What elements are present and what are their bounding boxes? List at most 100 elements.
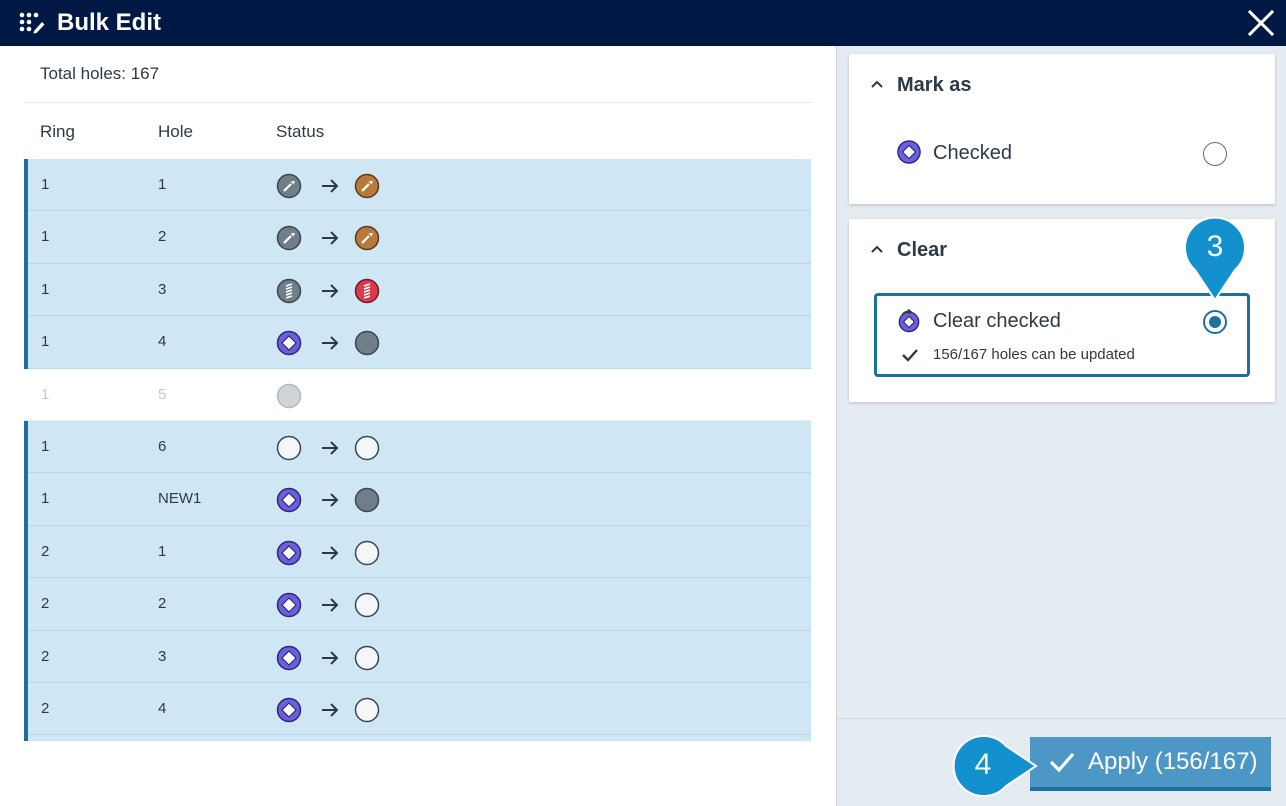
cell-status bbox=[276, 330, 380, 356]
cell-status bbox=[276, 645, 380, 671]
option-checked-label: Checked bbox=[933, 142, 1012, 164]
column-header-status: Status bbox=[276, 122, 325, 141]
cell-hole: 6 bbox=[158, 437, 167, 455]
mark-as-section: Mark as Checked bbox=[849, 54, 1275, 204]
arrow-right-icon bbox=[322, 546, 339, 560]
check-icon bbox=[1049, 752, 1075, 773]
checked-status-icon bbox=[276, 488, 302, 513]
unavailable-status-icon bbox=[276, 383, 302, 408]
table-row[interactable] bbox=[24, 735, 811, 741]
cell-status bbox=[276, 278, 380, 304]
empty-status-icon bbox=[354, 592, 380, 618]
arrow-right-icon bbox=[322, 284, 339, 298]
checked-status-icon bbox=[276, 330, 302, 356]
option-clear-checked-label: Clear checked bbox=[933, 310, 1061, 332]
cell-ring: 1 bbox=[41, 176, 50, 193]
cell-hole: 4 bbox=[158, 699, 167, 717]
chevron-up-icon[interactable] bbox=[869, 241, 885, 257]
bulk-edit-icon bbox=[19, 12, 45, 34]
charged-status-icon bbox=[354, 226, 380, 251]
holes-list-panel: Total holes: 167 Ring Hole Status 111213… bbox=[0, 46, 836, 806]
arrow-right-icon bbox=[322, 441, 339, 455]
cell-ring: 1 bbox=[41, 385, 50, 403]
table-row[interactable]: 16 bbox=[24, 420, 811, 474]
empty-status-icon bbox=[354, 697, 380, 723]
cell-ring: 1 bbox=[41, 280, 50, 298]
checked-status-icon bbox=[276, 645, 302, 670]
radio-clear-checked[interactable] bbox=[1203, 310, 1227, 334]
cell-hole: 3 bbox=[158, 280, 167, 298]
column-header-ring: Ring bbox=[40, 122, 75, 141]
table-header: Ring Hole Status bbox=[24, 104, 811, 158]
cell-ring: 2 bbox=[41, 595, 50, 613]
cell-status bbox=[276, 592, 380, 618]
cell-ring: 2 bbox=[41, 542, 50, 560]
clear-checked-option[interactable] bbox=[874, 293, 1250, 377]
arrow-right-icon bbox=[322, 650, 339, 665]
drilled-status-icon bbox=[276, 173, 302, 199]
cell-ring: 1 bbox=[41, 228, 50, 246]
cell-status bbox=[276, 173, 380, 199]
close-icon bbox=[1247, 9, 1275, 37]
table-row[interactable]: 22 bbox=[24, 578, 811, 631]
cell-status bbox=[276, 435, 380, 461]
cell-hole: 5 bbox=[158, 385, 167, 403]
checked-status-icon bbox=[276, 592, 302, 618]
cell-ring: 1 bbox=[41, 490, 50, 508]
arrow-right-icon bbox=[322, 703, 339, 717]
table-row[interactable]: 14 bbox=[24, 316, 811, 369]
apply-button[interactable]: Apply (156/167) bbox=[1030, 737, 1271, 791]
table-row[interactable]: 1 NEW1 bbox=[24, 473, 811, 527]
cell-hole: NEW1 bbox=[158, 490, 202, 508]
cell-status bbox=[276, 487, 380, 513]
divider bbox=[24, 102, 811, 103]
dialog-footer: Apply (156/167) bbox=[837, 718, 1286, 806]
callout-number: 4 bbox=[974, 748, 992, 781]
arrow-right-icon bbox=[322, 231, 339, 246]
cell-hole: 3 bbox=[158, 647, 167, 665]
section-title-mark-as: Mark as bbox=[897, 74, 972, 96]
cell-hole: 4 bbox=[158, 333, 167, 351]
chevron-up-icon[interactable] bbox=[869, 76, 885, 92]
cell-ring: 2 bbox=[41, 699, 50, 717]
table-row[interactable]: 21 bbox=[24, 525, 811, 579]
holes-table[interactable]: 1 1 1 2 1 3 1 4 1 5 1 6 1 NEW1 2 1 2 2 2 3 2 4 bbox=[24, 159, 811, 741]
title-bar: Bulk Edit bbox=[0, 0, 1286, 46]
table-row[interactable]: 11 bbox=[24, 159, 811, 212]
bulk-actions-panel: Mark as Checked Clear Clear checked 156/… bbox=[836, 46, 1286, 806]
cell-status bbox=[276, 383, 302, 409]
table-row[interactable]: 24 bbox=[24, 682, 811, 736]
check-icon bbox=[902, 349, 918, 362]
column-header-hole: Hole bbox=[158, 122, 193, 141]
empty-status-icon bbox=[354, 645, 380, 670]
checked-status-icon bbox=[276, 697, 302, 723]
radio-mark-checked[interactable] bbox=[1203, 142, 1227, 166]
step-callout-4: 4 bbox=[950, 734, 1038, 798]
arrow-right-icon bbox=[322, 598, 339, 612]
table-row[interactable]: 13 bbox=[24, 263, 811, 317]
cell-hole: 1 bbox=[158, 176, 167, 193]
planned-dark-status-icon bbox=[354, 330, 380, 356]
arrow-right-icon bbox=[322, 493, 339, 508]
step-callout-3: 3 bbox=[1183, 216, 1247, 302]
charged-status-icon bbox=[354, 173, 380, 199]
close-button[interactable] bbox=[1244, 6, 1278, 40]
checked-status-icon bbox=[276, 540, 302, 565]
table-row[interactable]: 12 bbox=[24, 211, 811, 265]
empty-status-icon bbox=[276, 435, 302, 461]
empty-status-icon bbox=[354, 435, 380, 461]
empty-status-icon bbox=[354, 540, 380, 565]
arrow-right-icon bbox=[322, 179, 339, 193]
cell-ring: 1 bbox=[41, 333, 50, 351]
window-title: Bulk Edit bbox=[57, 9, 162, 36]
callout-number: 3 bbox=[1206, 230, 1224, 263]
planned-dark-status-icon bbox=[354, 488, 380, 513]
table-row[interactable]: 15 bbox=[24, 368, 811, 421]
cell-ring: 1 bbox=[41, 437, 50, 455]
apply-button-label: Apply (156/167) bbox=[1088, 748, 1258, 775]
table-row[interactable]: 23 bbox=[24, 630, 811, 684]
cell-hole: 2 bbox=[158, 595, 167, 613]
clear-checked-icon bbox=[898, 309, 920, 333]
update-count-note: 156/167 holes can be updated bbox=[933, 346, 1135, 363]
cell-status bbox=[276, 697, 380, 723]
